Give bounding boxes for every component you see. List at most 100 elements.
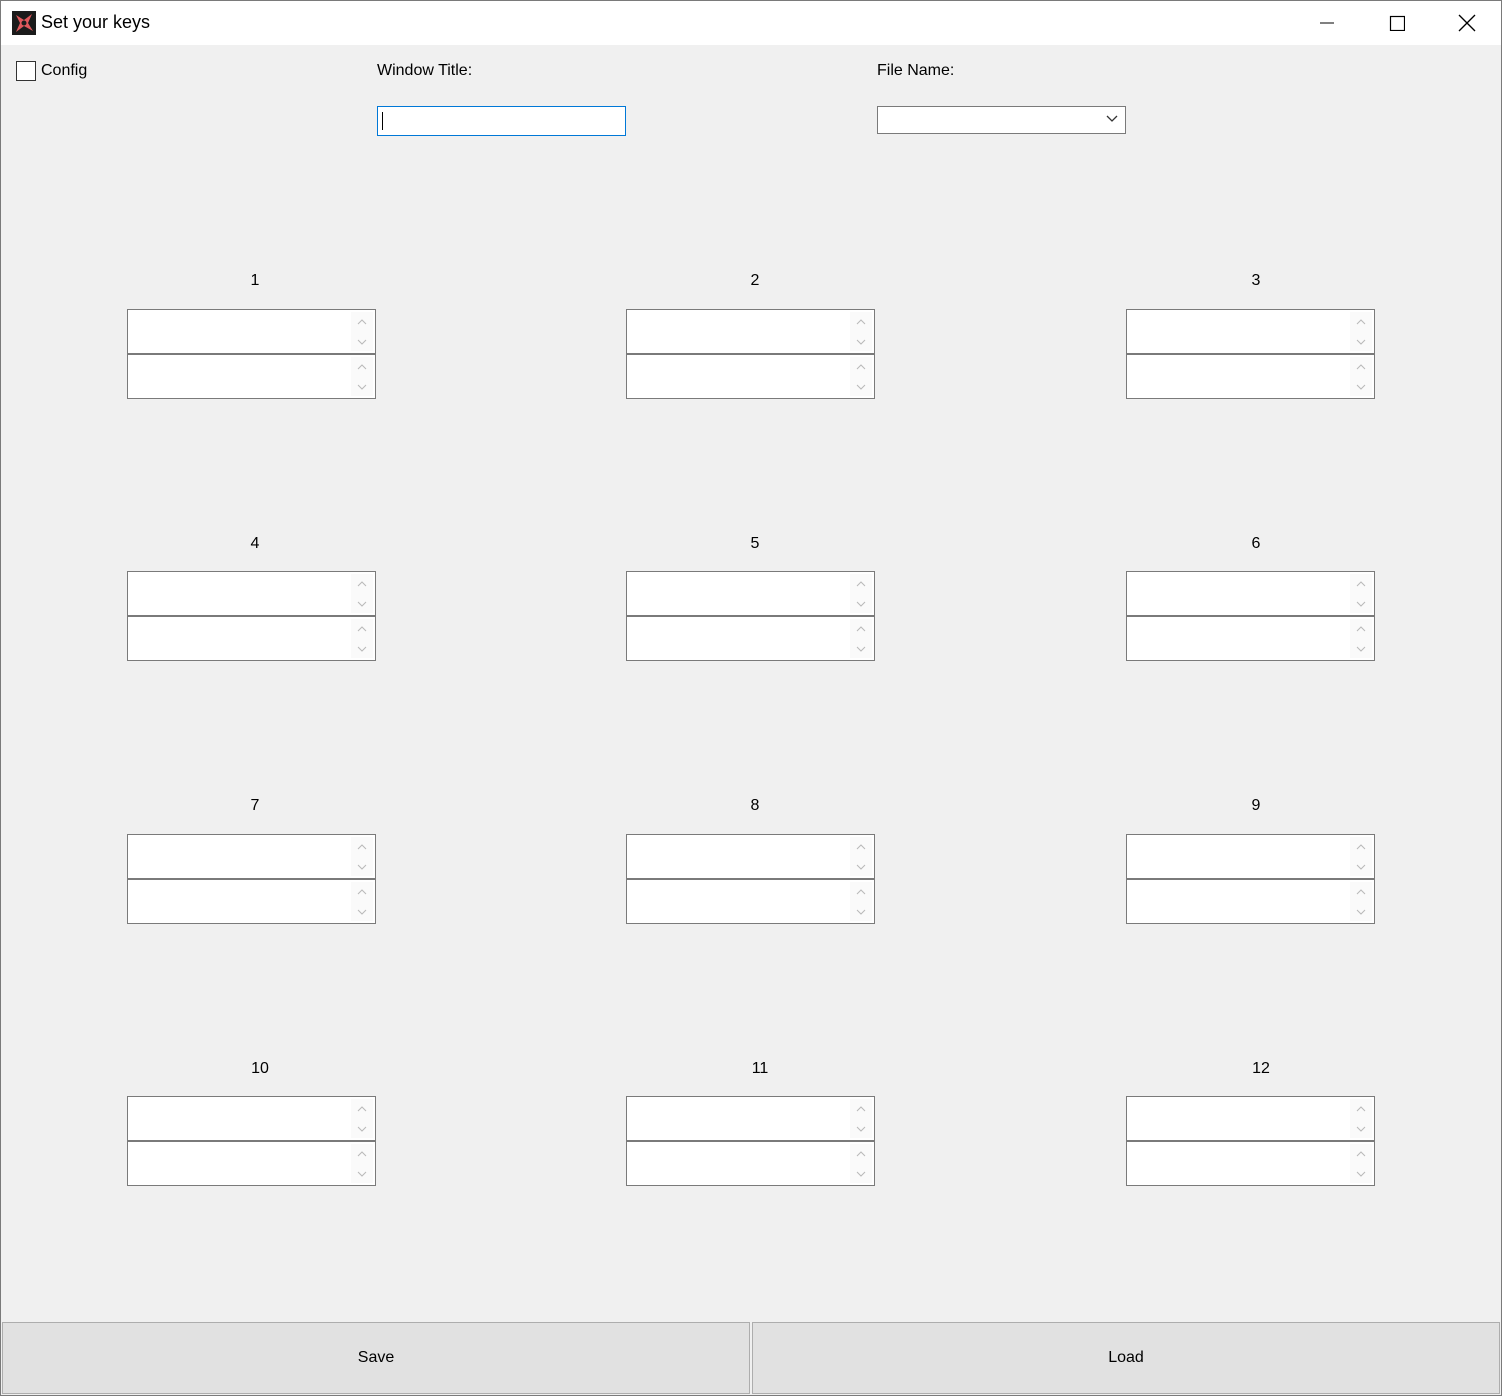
key-spinbox-2b[interactable]: [626, 354, 875, 399]
chevron-down-icon: [856, 1171, 866, 1177]
spin-down-button[interactable]: [1350, 1119, 1372, 1138]
spin-down-button[interactable]: [1350, 377, 1372, 396]
spin-up-button[interactable]: [850, 619, 872, 638]
key-spinbox-7a[interactable]: [127, 834, 376, 879]
spin-down-button[interactable]: [1350, 1164, 1372, 1183]
key-spinbox-6b[interactable]: [1126, 616, 1375, 661]
chevron-down-icon: [1356, 384, 1366, 390]
key-spinbox-12a[interactable]: [1126, 1096, 1375, 1141]
spin-down-button[interactable]: [351, 332, 373, 351]
spin-up-button[interactable]: [850, 882, 872, 901]
file-name-combobox[interactable]: [877, 106, 1126, 134]
spin-down-button[interactable]: [1350, 857, 1372, 876]
spin-up-button[interactable]: [1350, 1099, 1372, 1118]
key-spinbox-7b[interactable]: [127, 879, 376, 924]
spin-up-button[interactable]: [1350, 312, 1372, 331]
group-label-3: 3: [1251, 272, 1261, 289]
chevron-down-icon[interactable]: [1104, 111, 1120, 127]
key-spinbox-10a[interactable]: [127, 1096, 376, 1141]
spin-down-button[interactable]: [1350, 594, 1372, 613]
spin-down-button[interactable]: [1350, 902, 1372, 921]
spin-down-button[interactable]: [850, 639, 872, 658]
key-spinbox-8b[interactable]: [626, 879, 875, 924]
spin-down-button[interactable]: [1350, 639, 1372, 658]
key-spinbox-4a[interactable]: [127, 571, 376, 616]
spin-down-button[interactable]: [351, 639, 373, 658]
spin-down-button[interactable]: [850, 857, 872, 876]
minimize-button[interactable]: [1292, 1, 1362, 45]
close-button[interactable]: [1432, 1, 1502, 45]
spin-up-button[interactable]: [351, 357, 373, 376]
key-spinbox-4b[interactable]: [127, 616, 376, 661]
window-title-input[interactable]: [377, 106, 626, 136]
spin-down-button[interactable]: [351, 1164, 373, 1183]
chevron-down-icon: [357, 339, 367, 345]
spin-down-button[interactable]: [351, 594, 373, 613]
spin-down-button[interactable]: [1350, 332, 1372, 351]
spin-down-button[interactable]: [351, 1119, 373, 1138]
group-label-1: 1: [250, 272, 260, 289]
spin-up-button[interactable]: [1350, 882, 1372, 901]
spin-up-button[interactable]: [850, 312, 872, 331]
spin-up-button[interactable]: [1350, 357, 1372, 376]
spin-up-button[interactable]: [850, 1099, 872, 1118]
spin-buttons: [351, 357, 373, 396]
spin-up-button[interactable]: [850, 357, 872, 376]
title-bar[interactable]: Set your keys: [1, 1, 1501, 45]
key-spinbox-11a[interactable]: [626, 1096, 875, 1141]
spin-up-button[interactable]: [850, 1144, 872, 1163]
spin-down-button[interactable]: [850, 902, 872, 921]
chevron-up-icon: [357, 625, 367, 631]
key-spinbox-5b[interactable]: [626, 616, 875, 661]
spin-down-button[interactable]: [850, 332, 872, 351]
spin-up-button[interactable]: [351, 882, 373, 901]
spin-up-button[interactable]: [1350, 619, 1372, 638]
config-label: Config: [41, 62, 88, 79]
spin-buttons: [351, 312, 373, 351]
key-spinbox-9a[interactable]: [1126, 834, 1375, 879]
spin-buttons: [850, 837, 872, 876]
chevron-down-icon: [856, 646, 866, 652]
spin-down-button[interactable]: [351, 377, 373, 396]
spin-up-button[interactable]: [1350, 1144, 1372, 1163]
chevron-up-icon: [856, 318, 866, 324]
spin-up-button[interactable]: [850, 837, 872, 856]
spin-down-button[interactable]: [351, 902, 373, 921]
key-spinbox-3a[interactable]: [1126, 309, 1375, 354]
key-spinbox-12b[interactable]: [1126, 1141, 1375, 1186]
key-spinbox-2a[interactable]: [626, 309, 875, 354]
maximize-button[interactable]: [1362, 1, 1432, 45]
spin-up-button[interactable]: [850, 574, 872, 593]
key-spinbox-11b[interactable]: [626, 1141, 875, 1186]
save-button[interactable]: Save: [2, 1322, 750, 1394]
key-spinbox-1a[interactable]: [127, 309, 376, 354]
chevron-up-icon: [856, 625, 866, 631]
spin-down-button[interactable]: [850, 1119, 872, 1138]
key-spinbox-8a[interactable]: [626, 834, 875, 879]
config-checkbox[interactable]: [16, 61, 36, 81]
spin-buttons: [850, 1099, 872, 1138]
chevron-down-icon: [1356, 646, 1366, 652]
chevron-up-icon: [357, 843, 367, 849]
key-spinbox-5a[interactable]: [626, 571, 875, 616]
spin-up-button[interactable]: [351, 574, 373, 593]
spin-up-button[interactable]: [351, 312, 373, 331]
spin-down-button[interactable]: [850, 594, 872, 613]
file-name-label: File Name:: [877, 62, 955, 79]
key-spinbox-3b[interactable]: [1126, 354, 1375, 399]
spin-down-button[interactable]: [850, 1164, 872, 1183]
spin-up-button[interactable]: [351, 619, 373, 638]
key-spinbox-10b[interactable]: [127, 1141, 376, 1186]
spin-up-button[interactable]: [351, 1099, 373, 1118]
spin-up-button[interactable]: [1350, 837, 1372, 856]
key-spinbox-1b[interactable]: [127, 354, 376, 399]
load-button[interactable]: Load: [752, 1322, 1500, 1394]
spin-up-button[interactable]: [351, 837, 373, 856]
spin-buttons: [1350, 1144, 1372, 1183]
spin-down-button[interactable]: [351, 857, 373, 876]
spin-up-button[interactable]: [351, 1144, 373, 1163]
key-spinbox-6a[interactable]: [1126, 571, 1375, 616]
key-spinbox-9b[interactable]: [1126, 879, 1375, 924]
spin-down-button[interactable]: [850, 377, 872, 396]
spin-up-button[interactable]: [1350, 574, 1372, 593]
